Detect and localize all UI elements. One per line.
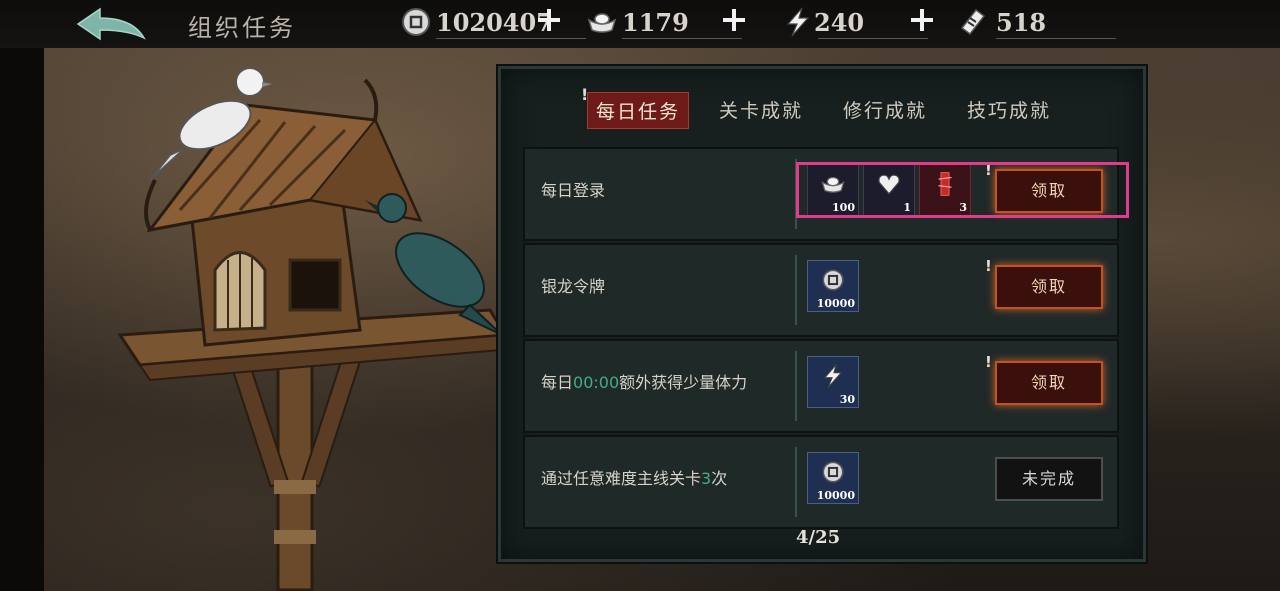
reward-item[interactable]: 10000 (807, 260, 859, 312)
alert-icon: ! (985, 353, 992, 371)
claim-button[interactable]: 领取 (995, 361, 1103, 405)
lightning-stamina-icon (786, 7, 810, 37)
left-edge (0, 48, 44, 591)
stamina-value: 240 (814, 8, 865, 37)
reward-count: 10000 (816, 489, 855, 502)
copper-coin-icon (822, 461, 844, 483)
silver-value: 1179 (622, 8, 689, 37)
add-silver-button[interactable] (720, 6, 748, 34)
task-time-highlight: 00:00 (573, 373, 620, 392)
add-coins-button[interactable] (535, 6, 563, 34)
task-row: 通过任意难度主线关卡3次 10000 未完成 (523, 435, 1119, 529)
silver-counter: 1179 (586, 4, 742, 42)
tab-skill-achievements[interactable]: 技巧成就 (967, 96, 1051, 123)
task-count-highlight: 3 (701, 469, 712, 488)
row-divider (795, 351, 797, 421)
row-divider (795, 255, 797, 325)
ticket-icon (960, 8, 986, 36)
tab-daily[interactable]: 每日任务 (587, 92, 690, 129)
page-indicator: 4/25 (796, 527, 841, 548)
top-bar: 组织任务 1020407 1179 240 518 (0, 0, 1280, 48)
row-divider (795, 447, 797, 517)
reward-item[interactable]: 30 (807, 356, 859, 408)
ticket-value: 518 (996, 8, 1047, 37)
task-name: 银龙令牌 (541, 277, 606, 296)
task-name: 通过任意难度主线关卡3次 (541, 465, 727, 489)
tab-training-achievements[interactable]: 修行成就 (843, 96, 927, 123)
tab-bar: ! 每日任务 关卡成就 修行成就 技巧成就 (501, 69, 1143, 139)
task-name: 每日00:00额外获得少量体力 (541, 369, 747, 393)
task-name-part: 次 (711, 469, 728, 488)
ticket-counter: 518 (956, 4, 1116, 42)
page-title: 组织任务 (188, 14, 296, 42)
reward-count: 10000 (816, 297, 855, 310)
coin-counter: 1020407 (400, 4, 586, 42)
lightning-stamina-icon (823, 364, 843, 388)
task-name-part: 额外获得少量体力 (619, 373, 748, 392)
task-name-part: 通过任意难度主线关卡 (541, 469, 702, 488)
copper-coin-icon (822, 269, 844, 291)
birdhouse-illustration (117, 67, 508, 591)
reward-count: 30 (839, 393, 855, 406)
task-name-part: 每日 (541, 373, 574, 392)
add-stamina-button[interactable] (908, 6, 936, 34)
back-arrow-icon[interactable] (74, 6, 148, 42)
tab-stage-achievements[interactable]: 关卡成就 (719, 96, 803, 123)
task-row: 银龙令牌 10000 ! 领取 (523, 243, 1119, 337)
mission-panel: ! 每日任务 关卡成就 修行成就 技巧成就 每日登录 100 1 3 ! 领取 … (498, 66, 1146, 562)
claim-button[interactable]: 领取 (995, 265, 1103, 309)
silver-ingot-icon (587, 13, 617, 33)
alert-icon: ! (985, 257, 992, 275)
incomplete-button: 未完成 (995, 457, 1103, 501)
reward-item[interactable]: 10000 (807, 452, 859, 504)
highlight-box (796, 162, 1129, 218)
copper-coin-icon (402, 8, 430, 36)
task-row: 每日00:00额外获得少量体力 30 ! 领取 (523, 339, 1119, 433)
task-name: 每日登录 (541, 181, 606, 200)
